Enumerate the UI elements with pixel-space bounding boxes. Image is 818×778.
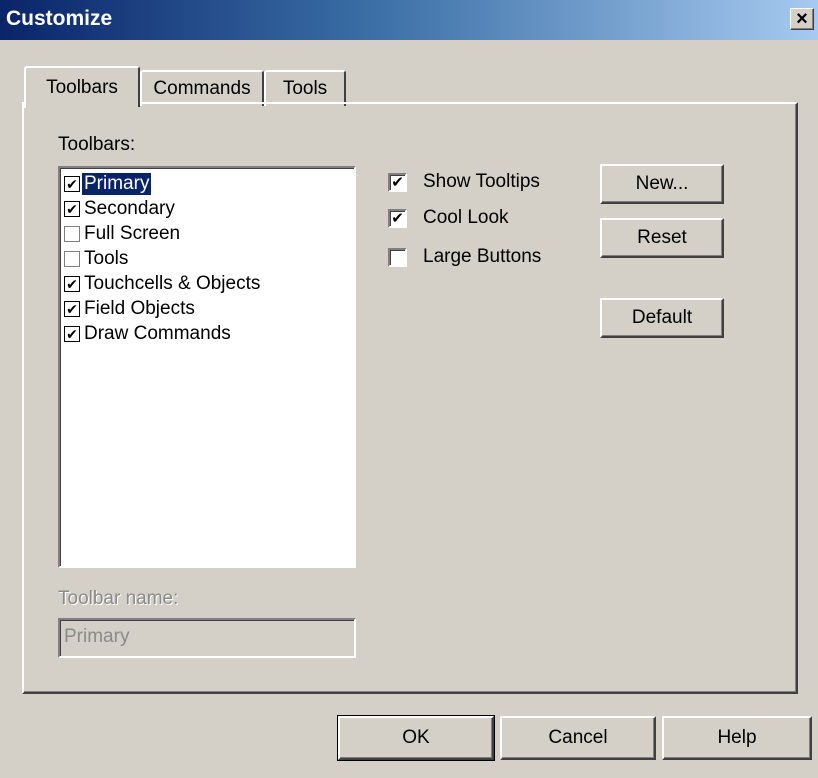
default-button[interactable]: Default [600, 298, 724, 338]
checkbox-icon[interactable]: ✔ [64, 301, 80, 317]
button-label: Reset [637, 227, 687, 248]
button-label: Cancel [548, 727, 608, 748]
toolbars-list-label: Toolbars: [58, 134, 136, 155]
button-label: OK [402, 727, 430, 748]
button-label: Default [631, 307, 693, 328]
close-icon: × [796, 8, 808, 30]
checkbox-label: Cool Look [423, 207, 509, 228]
checkbox-icon[interactable]: ✔ [64, 201, 80, 217]
list-item-label: Touchcells & Objects [84, 273, 261, 294]
list-item-label: Draw Commands [84, 323, 231, 344]
toolbar-name-label: Toolbar name: [58, 588, 179, 609]
tab-label: Toolbars [46, 77, 118, 98]
cancel-button[interactable]: Cancel [500, 716, 656, 760]
close-button[interactable]: × [790, 8, 814, 30]
toolbar-name-input[interactable]: Primary [58, 618, 356, 658]
large-buttons-checkbox[interactable]: Large Buttons [388, 245, 541, 269]
list-item-draw-commands[interactable]: ✔ Draw Commands [64, 322, 352, 346]
tab-label: Tools [282, 78, 328, 99]
list-item-primary[interactable]: ✔ Primary [64, 172, 352, 196]
cool-look-checkbox[interactable]: ✔ Cool Look [388, 206, 509, 230]
window-title: Customize [6, 7, 113, 30]
checkbox-icon[interactable] [64, 251, 80, 267]
checkbox-icon[interactable]: ✔ [64, 326, 80, 342]
checkbox-icon[interactable]: ✔ [388, 208, 407, 228]
button-label: Help [717, 727, 757, 748]
list-item-label: Tools [84, 248, 129, 269]
tab-label: Commands [153, 78, 251, 99]
title-bar[interactable]: Customize × [0, 0, 818, 40]
help-button[interactable]: Help [662, 716, 812, 760]
list-item-label: Primary [82, 173, 152, 195]
show-tooltips-checkbox[interactable]: ✔ Show Tooltips [388, 170, 540, 194]
checkbox-icon[interactable]: ✔ [388, 172, 407, 192]
checkbox-label: Large Buttons [423, 246, 542, 267]
checkbox-icon[interactable] [388, 247, 407, 267]
checkbox-icon[interactable] [64, 226, 80, 242]
ok-button[interactable]: OK [337, 715, 495, 761]
tab-tools[interactable]: Tools [264, 70, 346, 106]
list-item-label: Full Screen [84, 223, 181, 244]
tab-commands[interactable]: Commands [140, 70, 264, 106]
checkbox-label: Show Tooltips [423, 171, 540, 192]
list-item-label: Field Objects [84, 298, 195, 319]
list-item-label: Secondary [84, 198, 175, 219]
list-item-touchcells-objects[interactable]: ✔ Touchcells & Objects [64, 272, 352, 296]
list-item-secondary[interactable]: ✔ Secondary [64, 197, 352, 221]
checkbox-icon[interactable]: ✔ [64, 176, 80, 192]
toolbars-listbox[interactable]: ✔ Primary ✔ Secondary Full Screen Tools … [58, 166, 356, 568]
list-item-tools[interactable]: Tools [64, 247, 352, 271]
reset-button[interactable]: Reset [600, 218, 724, 258]
list-item-full-screen[interactable]: Full Screen [64, 222, 352, 246]
tab-toolbars[interactable]: Toolbars [24, 66, 140, 111]
checkbox-icon[interactable]: ✔ [64, 276, 80, 292]
new-button[interactable]: New... [600, 164, 724, 204]
button-label: New... [635, 173, 689, 194]
list-item-field-objects[interactable]: ✔ Field Objects [64, 297, 352, 321]
